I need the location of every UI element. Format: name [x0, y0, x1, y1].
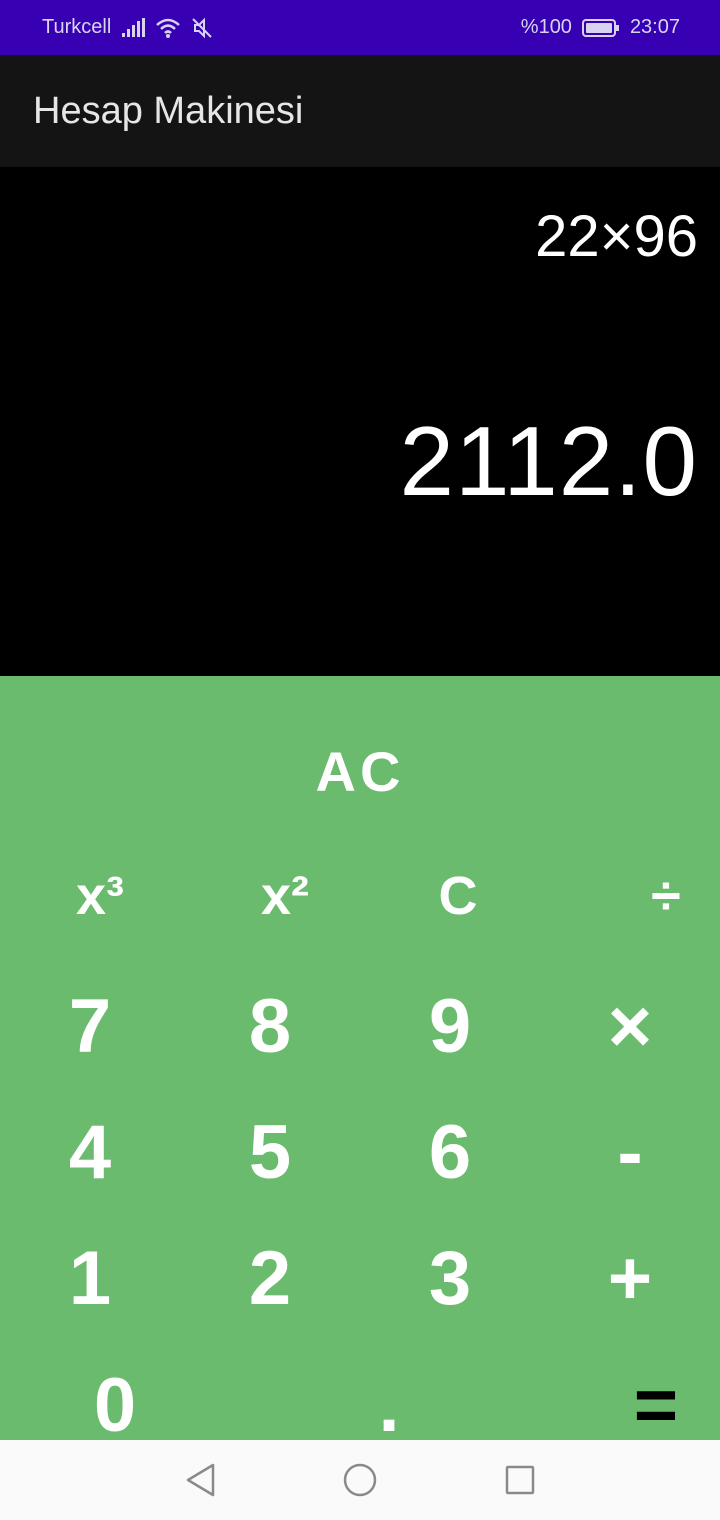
signal-icon — [121, 17, 146, 38]
status-right: %100 23:07 — [521, 16, 680, 39]
battery-icon — [581, 18, 620, 38]
digit-2-button[interactable]: 2 — [210, 1218, 330, 1338]
equals-button[interactable]: = — [596, 1344, 716, 1448]
battery-percent: %100 — [520, 16, 572, 38]
digit-4-button[interactable]: 4 — [30, 1092, 150, 1212]
digit-0-button[interactable]: 0 — [55, 1344, 175, 1448]
all-clear-button[interactable]: AC — [260, 726, 460, 816]
digit-9-button[interactable]: 9 — [390, 966, 510, 1086]
keypad: AC x³ x² C ÷ 7 8 9 × 4 5 6 - 1 2 3 + 0 .… — [0, 676, 720, 1448]
subtract-button[interactable]: - — [570, 1092, 690, 1212]
navigation-bar — [0, 1440, 720, 1520]
digit-5-button[interactable]: 5 — [210, 1092, 330, 1212]
expression-text: 22×96 — [535, 204, 698, 269]
digit-3-button[interactable]: 3 — [390, 1218, 510, 1338]
digit-8-button[interactable]: 8 — [210, 966, 330, 1086]
status-left: Turkcell — [42, 16, 213, 39]
clock: 23:07 — [629, 16, 680, 38]
decimal-button[interactable]: . — [329, 1344, 449, 1448]
back-icon[interactable] — [180, 1460, 220, 1500]
carrier-name: Turkcell — [42, 16, 112, 38]
add-button[interactable]: + — [570, 1218, 690, 1338]
cube-button[interactable]: x³ — [40, 836, 160, 956]
digit-7-button[interactable]: 7 — [30, 966, 150, 1086]
result-text: 2112.0 — [399, 406, 698, 516]
digit-6-button[interactable]: 6 — [390, 1092, 510, 1212]
home-icon[interactable] — [340, 1460, 380, 1500]
divide-button[interactable]: ÷ — [606, 836, 720, 956]
digit-1-button[interactable]: 1 — [30, 1218, 150, 1338]
recents-icon[interactable] — [500, 1460, 540, 1500]
square-button[interactable]: x² — [225, 836, 345, 956]
status-bar: Turkcell %100 23:07 — [0, 0, 720, 55]
app-bar: Hesap Makinesi — [0, 55, 720, 167]
clear-button[interactable]: C — [398, 836, 518, 956]
multiply-button[interactable]: × — [570, 966, 690, 1086]
wifi-icon — [155, 17, 181, 39]
mute-icon — [191, 17, 213, 39]
app-title: Hesap Makinesi — [33, 89, 304, 132]
calculator-display: 22×96 2112.0 — [0, 167, 720, 676]
